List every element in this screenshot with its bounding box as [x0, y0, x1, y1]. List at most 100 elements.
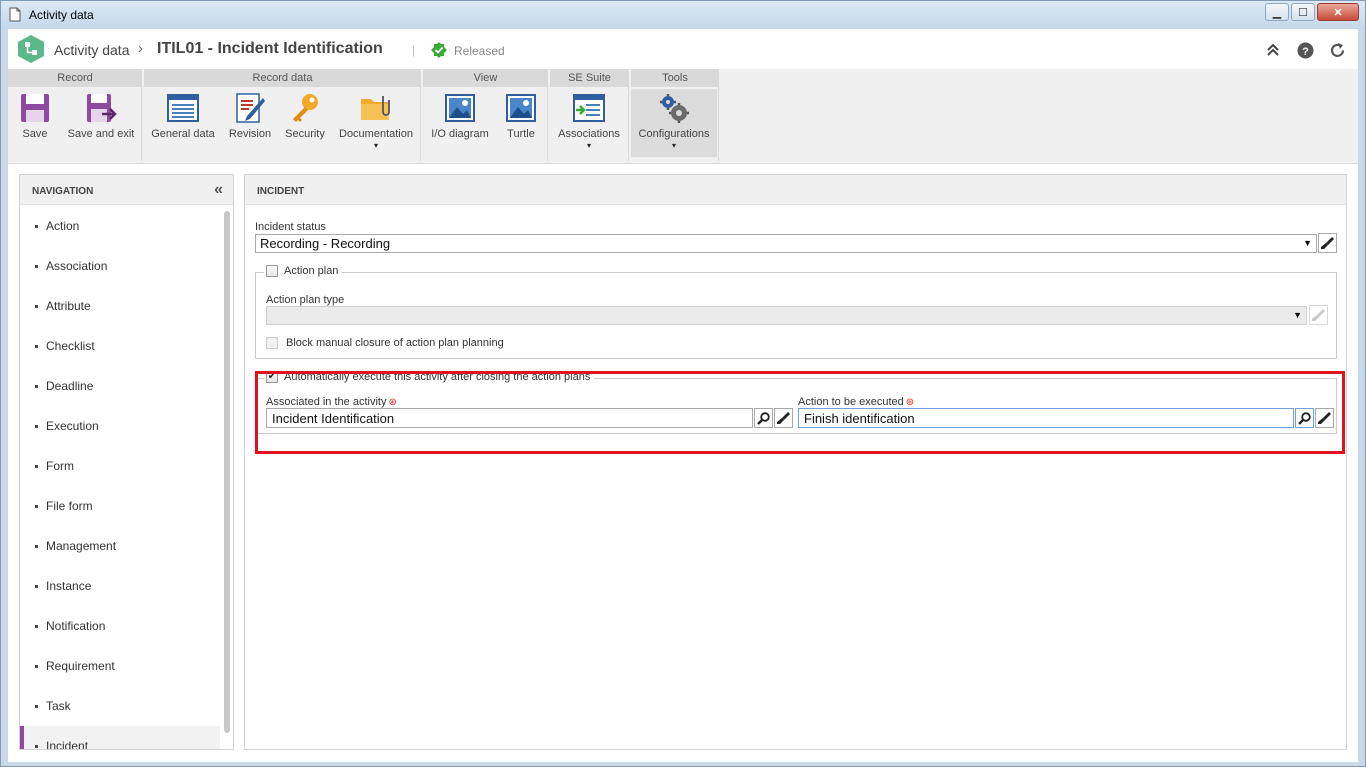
chevron-down-icon: ▾ [671, 141, 676, 150]
io-diagram-label: I/O diagram [431, 128, 489, 140]
document-icon [9, 7, 21, 22]
block-manual-checkbox[interactable] [266, 337, 278, 349]
group-label: Record [8, 69, 142, 87]
general-data-label: General data [151, 128, 215, 140]
image-icon [445, 94, 475, 122]
incident-status-select[interactable]: Recording - Recording ▼ [255, 234, 1317, 253]
block-manual-row: Block manual closure of action plan plan… [266, 337, 504, 349]
save-label: Save [22, 128, 48, 140]
page-header: Activity data › ITIL01 - Incident Identi… [8, 29, 1358, 69]
action-plan-type-label: Action plan type [266, 294, 345, 306]
io-diagram-button[interactable]: I/O diagram [427, 89, 493, 140]
nav-item-deadline[interactable]: Deadline [20, 366, 220, 406]
maximize-button[interactable]: ☐ [1291, 3, 1315, 21]
group-label: Tools [631, 69, 719, 87]
eraser-icon [1321, 236, 1334, 249]
group-label: SE Suite [550, 69, 629, 87]
security-button[interactable]: Security [280, 89, 330, 140]
group-label: View [423, 69, 548, 87]
save-and-exit-label: Save and exit [67, 128, 135, 140]
nav-item-execution[interactable]: Execution [20, 406, 220, 446]
nav-item-management[interactable]: Management [20, 526, 220, 566]
nav-item-task[interactable]: Task [20, 686, 220, 726]
action-plan-type-select[interactable]: ▼ [266, 306, 1307, 325]
collapse-left-icon[interactable]: « [214, 181, 223, 199]
nav-item-action[interactable]: Action [20, 206, 220, 246]
minimize-button[interactable]: ▁ [1265, 3, 1289, 21]
breadcrumb-separator: › [138, 40, 143, 57]
nav-item-incident[interactable]: Incident [20, 726, 220, 749]
client-area: Activity data › ITIL01 - Incident Identi… [8, 29, 1358, 762]
group-separator [628, 87, 629, 161]
save-button[interactable]: Save [15, 89, 55, 140]
turtle-button[interactable]: Turtle [498, 89, 544, 140]
navigation-title: NAVIGATION [32, 186, 94, 197]
action-plan-checkbox[interactable] [266, 265, 278, 277]
nav-item-checklist[interactable]: Checklist [20, 326, 220, 366]
form-window-icon [167, 94, 199, 122]
save-exit-icon [87, 94, 117, 122]
chevron-down-icon: ▾ [586, 141, 591, 150]
header-divider: | [412, 43, 416, 57]
turtle-label: Turtle [507, 128, 535, 140]
help-icon[interactable]: ? [1296, 41, 1314, 59]
folder-clip-icon [361, 96, 390, 120]
action-plan-fieldset: Action plan Action plan type ▼ Block man… [255, 265, 1337, 359]
image-icon [506, 94, 536, 122]
group-separator [547, 87, 548, 161]
svg-text:?: ? [1302, 46, 1309, 58]
revision-button[interactable]: Revision [224, 89, 276, 140]
general-data-button[interactable]: General data [148, 89, 218, 140]
page-title: ITIL01 - Incident Identification [157, 40, 383, 57]
gears-icon [660, 94, 689, 123]
nav-item-requirement[interactable]: Requirement [20, 646, 220, 686]
activity-logo-icon [18, 35, 44, 63]
app-window: Activity data ▁ ☐ ✕ Activity data › ITIL… [0, 0, 1366, 767]
group-separator [420, 87, 421, 161]
action-plan-label: Action plan [284, 265, 339, 277]
nav-item-form[interactable]: Form [20, 446, 220, 486]
window-link-icon [573, 94, 605, 122]
navigation-list: Action Association Attribute Checklist D… [20, 206, 220, 749]
navigation-scrollbar[interactable] [224, 211, 230, 733]
chevron-down-icon: ▾ [373, 141, 378, 150]
panel-title: INCIDENT [245, 175, 1346, 205]
refresh-icon[interactable] [1328, 41, 1346, 59]
clear-action-plan-type-button[interactable] [1309, 305, 1328, 325]
block-manual-label: Block manual closure of action plan plan… [286, 337, 504, 349]
title-bar: Activity data ▁ ☐ ✕ [1, 1, 1365, 29]
nav-item-instance[interactable]: Instance [20, 566, 220, 606]
nav-item-attribute[interactable]: Attribute [20, 286, 220, 326]
breadcrumb-root[interactable]: Activity data [54, 42, 129, 58]
floppy-disk-icon [21, 94, 49, 122]
associations-label: Associations [558, 128, 620, 140]
document-edit-icon [236, 93, 265, 123]
documentation-button[interactable]: Documentation ▾ [336, 89, 416, 150]
nav-item-association[interactable]: Association [20, 246, 220, 286]
eraser-icon [1312, 308, 1325, 321]
configurations-label: Configurations [638, 128, 710, 140]
incident-status-value: Recording - Recording [260, 236, 391, 251]
window-title: Activity data [29, 8, 94, 22]
incident-status-label: Incident status [255, 221, 326, 233]
released-check-icon [431, 42, 447, 58]
security-label: Security [285, 128, 325, 140]
collapse-up-icon[interactable] [1264, 41, 1282, 59]
associations-button[interactable]: Associations ▾ [553, 89, 625, 150]
nav-item-notification[interactable]: Notification [20, 606, 220, 646]
incident-panel: INCIDENT Incident status Recording - Rec… [244, 174, 1347, 750]
navigation-header: NAVIGATION « [20, 175, 233, 205]
nav-item-file-form[interactable]: File form [20, 486, 220, 526]
annotation-highlight-box [255, 371, 1345, 454]
key-icon [293, 94, 318, 122]
action-plan-legend: Action plan [264, 265, 343, 277]
group-separator [141, 87, 142, 161]
close-button[interactable]: ✕ [1317, 3, 1359, 21]
window-controls: ▁ ☐ ✕ [1265, 3, 1359, 21]
configurations-button[interactable]: Configurations ▾ [631, 89, 717, 157]
clear-status-button[interactable] [1318, 233, 1337, 253]
group-label: Record data [144, 69, 421, 87]
dropdown-arrow-icon: ▼ [1293, 310, 1302, 320]
revision-label: Revision [228, 128, 272, 140]
save-and-exit-button[interactable]: Save and exit [64, 89, 138, 140]
